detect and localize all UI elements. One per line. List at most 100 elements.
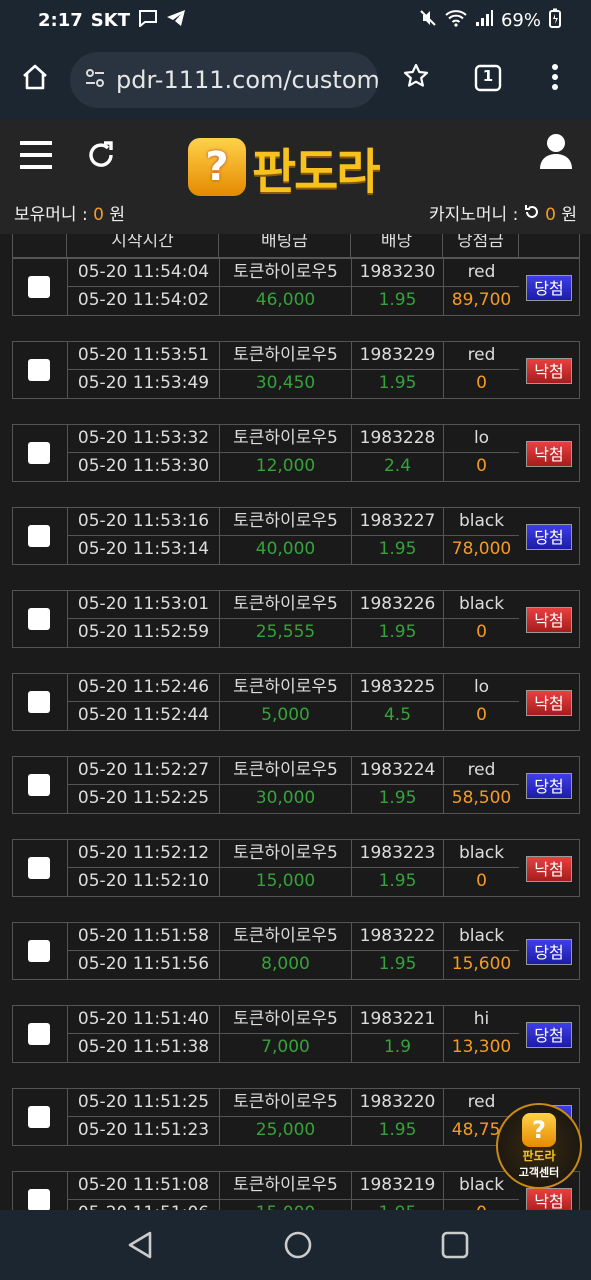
user-account-icon[interactable] — [538, 132, 574, 174]
result-badge[interactable]: 낙첨 — [526, 358, 572, 384]
own-money-unit: 원 — [109, 205, 125, 225]
casino-money-label: 카지노머니 : — [428, 205, 524, 225]
result-badge[interactable]: 낙첨 — [526, 856, 572, 882]
customer-center-line1: 판도라 — [522, 1148, 556, 1163]
win-amount: 0 — [443, 1200, 519, 1210]
win-amount: 58,500 — [443, 785, 519, 813]
address-bar[interactable]: pdr-1111.com/custom — [70, 52, 378, 108]
row-top-line: 05-20 11:51:58 토큰하이로우5 1983222 black — [67, 923, 519, 951]
start-time: 05-20 11:51:40 — [67, 1006, 219, 1033]
bet-time: 05-20 11:53:49 — [67, 370, 219, 398]
odds: 1.95 — [351, 785, 443, 813]
bet-row: 05-20 11:53:01 토큰하이로우5 1983226 black 05-20 1… — [12, 590, 580, 648]
casino-money: 카지노머니 : 0 원 — [429, 200, 577, 225]
game-name: 토큰하이로우5 — [219, 259, 351, 286]
home-nav-icon[interactable] — [283, 1230, 313, 1264]
bet-amount: 30,000 — [219, 785, 351, 813]
signal-icon — [475, 9, 493, 32]
result-badge[interactable]: 낙첨 — [526, 1188, 572, 1210]
bet-row: 05-20 11:51:40 토큰하이로우5 1983221 hi 05-20 11:5… — [12, 1005, 580, 1063]
row-cells: 05-20 11:52:46 토큰하이로우5 1983225 lo 05-20 11:5… — [67, 674, 519, 730]
result-badge[interactable]: 당첨 — [526, 275, 572, 301]
site-logo[interactable]: ? 판도라 — [188, 132, 380, 202]
odds: 1.9 — [351, 1034, 443, 1062]
result-badge[interactable]: 낙첨 — [526, 690, 572, 716]
row-checkbox[interactable] — [28, 774, 50, 796]
start-time: 05-20 11:53:01 — [67, 591, 219, 618]
odds: 1.95 — [351, 619, 443, 647]
logo-badge: ? — [188, 138, 246, 196]
casino-refresh-icon[interactable] — [524, 205, 540, 225]
customer-center-line2: 고객센터 — [518, 1165, 560, 1179]
bookmark-star-icon[interactable] — [402, 62, 430, 94]
wifi-icon — [445, 9, 467, 32]
tab-count: 1 — [482, 67, 494, 85]
back-icon[interactable] — [126, 1230, 154, 1264]
bet-amount: 15,000 — [219, 1200, 351, 1210]
start-time: 05-20 11:53:51 — [67, 342, 219, 369]
row-checkbox[interactable] — [28, 525, 50, 547]
odds: 1.95 — [351, 868, 443, 896]
row-checkbox[interactable] — [28, 1189, 50, 1210]
result-badge[interactable]: 낙첨 — [526, 441, 572, 467]
result-badge[interactable]: 낙첨 — [526, 607, 572, 633]
result-badge[interactable]: 당첨 — [526, 939, 572, 965]
bet-row: 05-20 11:52:12 토큰하이로우5 1983223 black 05-20 1… — [12, 839, 580, 897]
game-name: 토큰하이로우5 — [219, 1172, 351, 1199]
pick: black — [443, 591, 519, 618]
result-badge[interactable]: 당첨 — [526, 773, 572, 799]
row-checkbox[interactable] — [28, 940, 50, 962]
customer-center-button[interactable]: ? 판도라 고객센터 — [496, 1103, 582, 1189]
row-bottom-line: 05-20 11:53:49 30,450 1.95 0 — [67, 370, 519, 398]
row-cells: 05-20 11:53:51 토큰하이로우5 1983229 red 05-20 11:… — [67, 342, 519, 398]
casino-money-value: 0 — [545, 205, 556, 225]
row-cells: 05-20 11:51:58 토큰하이로우5 1983222 black 05-20 1… — [67, 923, 519, 979]
bet-time: 05-20 11:51:38 — [67, 1034, 219, 1062]
win-amount: 0 — [443, 619, 519, 647]
bet-row: 05-20 11:54:04 토큰하이로우5 1983230 red 05-20 11:… — [12, 258, 580, 316]
message-icon — [138, 9, 158, 32]
round-number: 1983226 — [351, 591, 443, 618]
site-settings-icon[interactable] — [84, 67, 106, 93]
row-checkbox[interactable] — [28, 608, 50, 630]
round-number: 1983223 — [351, 840, 443, 867]
odds: 1.95 — [351, 951, 443, 979]
result-badge[interactable]: 당첨 — [526, 524, 572, 550]
pick: red — [443, 1089, 519, 1116]
home-icon[interactable] — [20, 62, 50, 96]
row-top-line: 05-20 11:52:27 토큰하이로우5 1983224 red — [67, 757, 519, 785]
row-checkbox[interactable] — [28, 276, 50, 298]
row-checkbox[interactable] — [28, 359, 50, 381]
bet-amount: 25,000 — [219, 1117, 351, 1145]
row-bottom-line: 05-20 11:52:59 25,555 1.95 0 — [67, 619, 519, 647]
tab-switcher-button[interactable]: 1 — [474, 64, 502, 96]
pick: red — [443, 757, 519, 784]
row-bottom-line: 05-20 11:54:02 46,000 1.95 89,700 — [67, 287, 519, 315]
row-checkbox[interactable] — [28, 1106, 50, 1128]
game-name: 토큰하이로우5 — [219, 757, 351, 784]
recents-icon[interactable] — [440, 1230, 470, 1264]
round-number: 1983225 — [351, 674, 443, 701]
bet-amount: 40,000 — [219, 536, 351, 564]
bet-time: 05-20 11:51:23 — [67, 1117, 219, 1145]
result-badge[interactable]: 당첨 — [526, 1022, 572, 1048]
more-menu-icon[interactable] — [550, 62, 560, 96]
row-checkbox[interactable] — [28, 1023, 50, 1045]
own-money: 보유머니 : 0 원 — [14, 200, 125, 225]
bet-history-list: 시작시간 배팅금 배당 당첨금 05-20 11:54:04 토큰하이로우5 198… — [0, 234, 591, 1210]
casino-money-unit: 원 — [561, 205, 577, 225]
win-amount: 0 — [443, 868, 519, 896]
row-top-line: 05-20 11:52:12 토큰하이로우5 1983223 black — [67, 840, 519, 868]
round-number: 1983230 — [351, 259, 443, 286]
telegram-icon — [166, 9, 186, 32]
row-checkbox[interactable] — [28, 691, 50, 713]
row-checkbox[interactable] — [28, 857, 50, 879]
pick: red — [443, 259, 519, 286]
row-top-line: 05-20 11:53:32 토큰하이로우5 1983228 lo — [67, 425, 519, 453]
game-name: 토큰하이로우5 — [219, 425, 351, 452]
refresh-icon[interactable] — [86, 140, 116, 174]
row-checkbox[interactable] — [28, 442, 50, 464]
hamburger-menu-icon[interactable] — [18, 140, 54, 174]
bet-time: 05-20 11:51:06 — [67, 1200, 219, 1210]
row-cells: 05-20 11:53:32 토큰하이로우5 1983228 lo 05-20 11:5… — [67, 425, 519, 481]
